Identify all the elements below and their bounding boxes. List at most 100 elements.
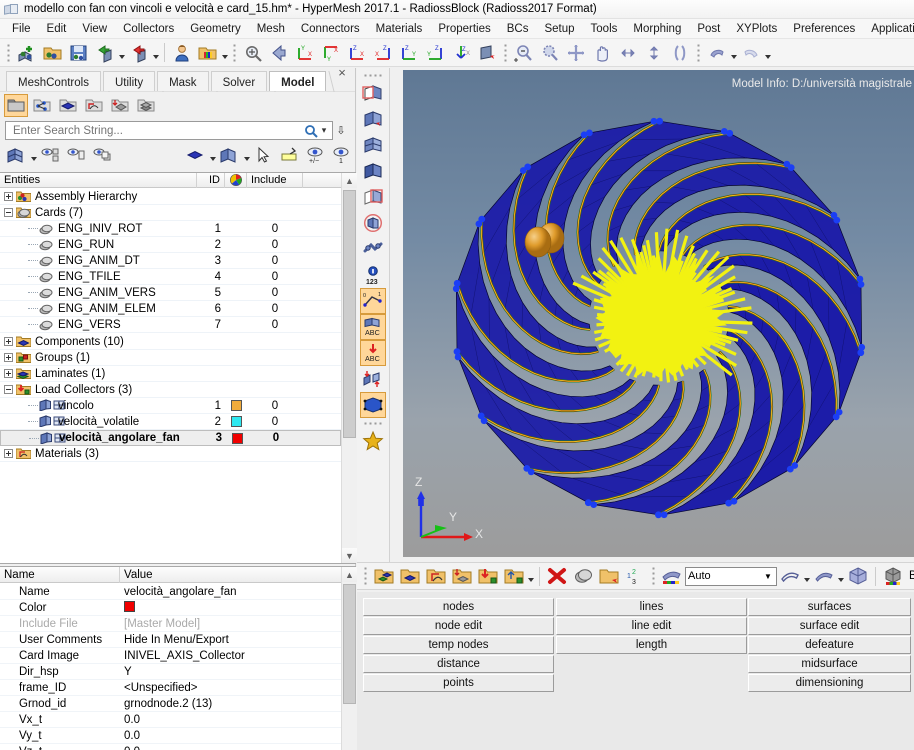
menu-file[interactable]: File bbox=[4, 21, 39, 37]
property-value[interactable]: INIVEL_AXIS_Collector bbox=[120, 650, 341, 662]
close-icon[interactable]: × bbox=[335, 66, 349, 81]
tree-row[interactable]: Assembly Hierarchy bbox=[0, 189, 341, 205]
create-component-icon[interactable] bbox=[372, 564, 396, 588]
color-mode-label[interactable]: By Comp bbox=[909, 570, 914, 582]
tree-row[interactable]: ENG_INIV_ROT 1 0 bbox=[0, 221, 341, 237]
menu-properties[interactable]: Properties bbox=[430, 21, 498, 37]
property-value[interactable]: Y bbox=[120, 666, 341, 678]
surface-shade-mesh-dropdown-arrow[interactable] bbox=[837, 564, 845, 588]
tree-row-color[interactable] bbox=[225, 416, 247, 427]
tree-row-color[interactable] bbox=[226, 432, 248, 444]
color-swatch[interactable] bbox=[230, 416, 242, 427]
property-scrollbar[interactable]: ▲ ▼ bbox=[341, 567, 357, 750]
panel-button-temp-nodes[interactable]: temp nodes bbox=[363, 636, 554, 654]
panel-button-nodes[interactable]: nodes bbox=[363, 598, 554, 616]
bounding-box-icon[interactable] bbox=[360, 392, 386, 418]
tree-expander-collapsed-icon[interactable] bbox=[4, 337, 13, 346]
save-model-icon[interactable] bbox=[67, 41, 91, 65]
property-value[interactable]: 0.0 bbox=[120, 714, 341, 726]
surface-shade-mesh-icon[interactable] bbox=[812, 564, 836, 588]
property-value[interactable]: 0.0 bbox=[120, 746, 341, 750]
view-yx-icon[interactable]: Y X bbox=[319, 41, 343, 65]
info-123-icon[interactable]: 123 bbox=[360, 262, 386, 288]
new-model-icon[interactable] bbox=[15, 41, 39, 65]
property-col-value[interactable]: Value bbox=[120, 567, 356, 583]
property-row[interactable]: frame_ID <Unspecified> bbox=[0, 680, 341, 696]
rotate-free-icon[interactable] bbox=[668, 41, 692, 65]
hide-all-icon[interactable] bbox=[38, 144, 62, 167]
panel-button-dimensioning[interactable]: dimensioning bbox=[748, 674, 911, 692]
property-row[interactable]: Vy_t 0.0 bbox=[0, 728, 341, 744]
view-iso-icon[interactable]: Z X bbox=[449, 41, 473, 65]
tree-row[interactable]: ENG_ANIM_VERS 5 0 bbox=[0, 285, 341, 301]
element-display-icon[interactable] bbox=[4, 144, 28, 167]
renumber-icon[interactable]: 213 bbox=[623, 564, 647, 588]
model-tree[interactable]: Entities ID Include Assembly Hierarchy C… bbox=[0, 172, 357, 564]
panel-button-midsurface[interactable]: midsurface bbox=[748, 655, 911, 673]
view-zx-icon[interactable]: Z X bbox=[345, 41, 369, 65]
property-value[interactable]: velocità_angolare_fan bbox=[120, 586, 341, 598]
connector-view-icon[interactable] bbox=[30, 94, 54, 117]
property-value[interactable]: <Unspecified> bbox=[120, 682, 341, 694]
menu-tools[interactable]: Tools bbox=[583, 21, 626, 37]
favorites-star-icon[interactable] bbox=[360, 428, 386, 454]
view-xz-icon[interactable]: Z X bbox=[371, 41, 395, 65]
tree-scrollbar[interactable]: ▲ ▼ bbox=[341, 173, 357, 563]
menu-mesh[interactable]: Mesh bbox=[249, 21, 293, 37]
tree-row[interactable]: ENG_RUN 2 0 bbox=[0, 237, 341, 253]
property-row[interactable]: Vz_t0.0 bbox=[0, 744, 341, 750]
display-one-icon[interactable]: 1 bbox=[329, 144, 353, 167]
menu-setup[interactable]: Setup bbox=[536, 21, 582, 37]
tree-expander-expanded-icon[interactable] bbox=[4, 208, 13, 217]
material-view-icon[interactable] bbox=[82, 94, 106, 117]
property-row[interactable]: Card Image INIVEL_AXIS_Collector bbox=[0, 648, 341, 664]
redo-dropdown-arrow[interactable] bbox=[764, 41, 772, 65]
tree-row[interactable]: Laminates (1) bbox=[0, 366, 341, 382]
panel-button-defeature[interactable]: defeature bbox=[748, 636, 911, 654]
zoom-fit-icon[interactable] bbox=[564, 41, 588, 65]
isolate-icon[interactable] bbox=[277, 144, 301, 167]
tree-expander-collapsed-icon[interactable] bbox=[4, 192, 13, 201]
create-material-icon[interactable] bbox=[424, 564, 448, 588]
toolbar-grip[interactable] bbox=[363, 565, 368, 587]
property-col-name[interactable]: Name bbox=[0, 566, 120, 583]
zoom-out-icon[interactable] bbox=[512, 41, 536, 65]
tree-row[interactable]: Materials (3) bbox=[0, 446, 341, 462]
toolbar-grip-3[interactable] bbox=[503, 41, 508, 64]
element-color-icon[interactable] bbox=[217, 144, 241, 167]
toolbar-grip[interactable] bbox=[363, 71, 383, 79]
panel-button-points[interactable]: points bbox=[363, 674, 554, 692]
color-swatch[interactable] bbox=[231, 432, 243, 444]
panel-button-lines[interactable]: lines bbox=[556, 598, 747, 616]
pan-icon[interactable] bbox=[590, 41, 614, 65]
tree-row[interactable]: velocità_volatile 2 0 bbox=[0, 414, 341, 430]
tree-row[interactable]: Components (10) bbox=[0, 334, 341, 350]
tree-row[interactable]: Cards (7) bbox=[0, 205, 341, 221]
display-plus-minus-icon[interactable]: +/− bbox=[303, 144, 327, 167]
folder-view-icon[interactable] bbox=[4, 93, 28, 117]
previous-view-icon[interactable] bbox=[267, 41, 291, 65]
property-value[interactable]: [Master Model] bbox=[120, 618, 341, 630]
tree-row[interactable]: ENG_TFILE 4 0 bbox=[0, 269, 341, 285]
search-icon[interactable] bbox=[304, 124, 318, 138]
chevron-down-icon[interactable]: ▾ bbox=[318, 125, 330, 136]
tree-row[interactable]: ENG_ANIM_ELEM 6 0 bbox=[0, 301, 341, 317]
menu-view[interactable]: View bbox=[74, 21, 115, 37]
create-load-icon[interactable] bbox=[476, 564, 500, 588]
menu-connectors[interactable]: Connectors bbox=[293, 21, 368, 37]
menu-materials[interactable]: Materials bbox=[368, 21, 431, 37]
tree-row-color[interactable] bbox=[225, 400, 247, 411]
element-display-dropdown-arrow[interactable] bbox=[30, 143, 38, 167]
toolbar-grip-2[interactable] bbox=[651, 565, 656, 587]
scroll-down-icon[interactable]: ▼ bbox=[342, 548, 357, 563]
tree-row[interactable]: velocità_angolare_fan 3 0 bbox=[0, 430, 341, 446]
menu-geometry[interactable]: Geometry bbox=[182, 21, 249, 37]
tree-col-id[interactable]: ID bbox=[197, 172, 225, 188]
tree-expander-collapsed-icon[interactable] bbox=[4, 353, 13, 362]
fit-view-icon[interactable] bbox=[241, 41, 265, 65]
panel-button-surfaces[interactable]: surfaces bbox=[748, 598, 911, 616]
shading-mode-select[interactable]: Auto ▼ bbox=[685, 566, 777, 586]
import-icon[interactable] bbox=[93, 41, 117, 65]
toolbar-grip-4[interactable] bbox=[696, 41, 701, 64]
view-zy-icon[interactable]: Z Y bbox=[397, 41, 421, 65]
